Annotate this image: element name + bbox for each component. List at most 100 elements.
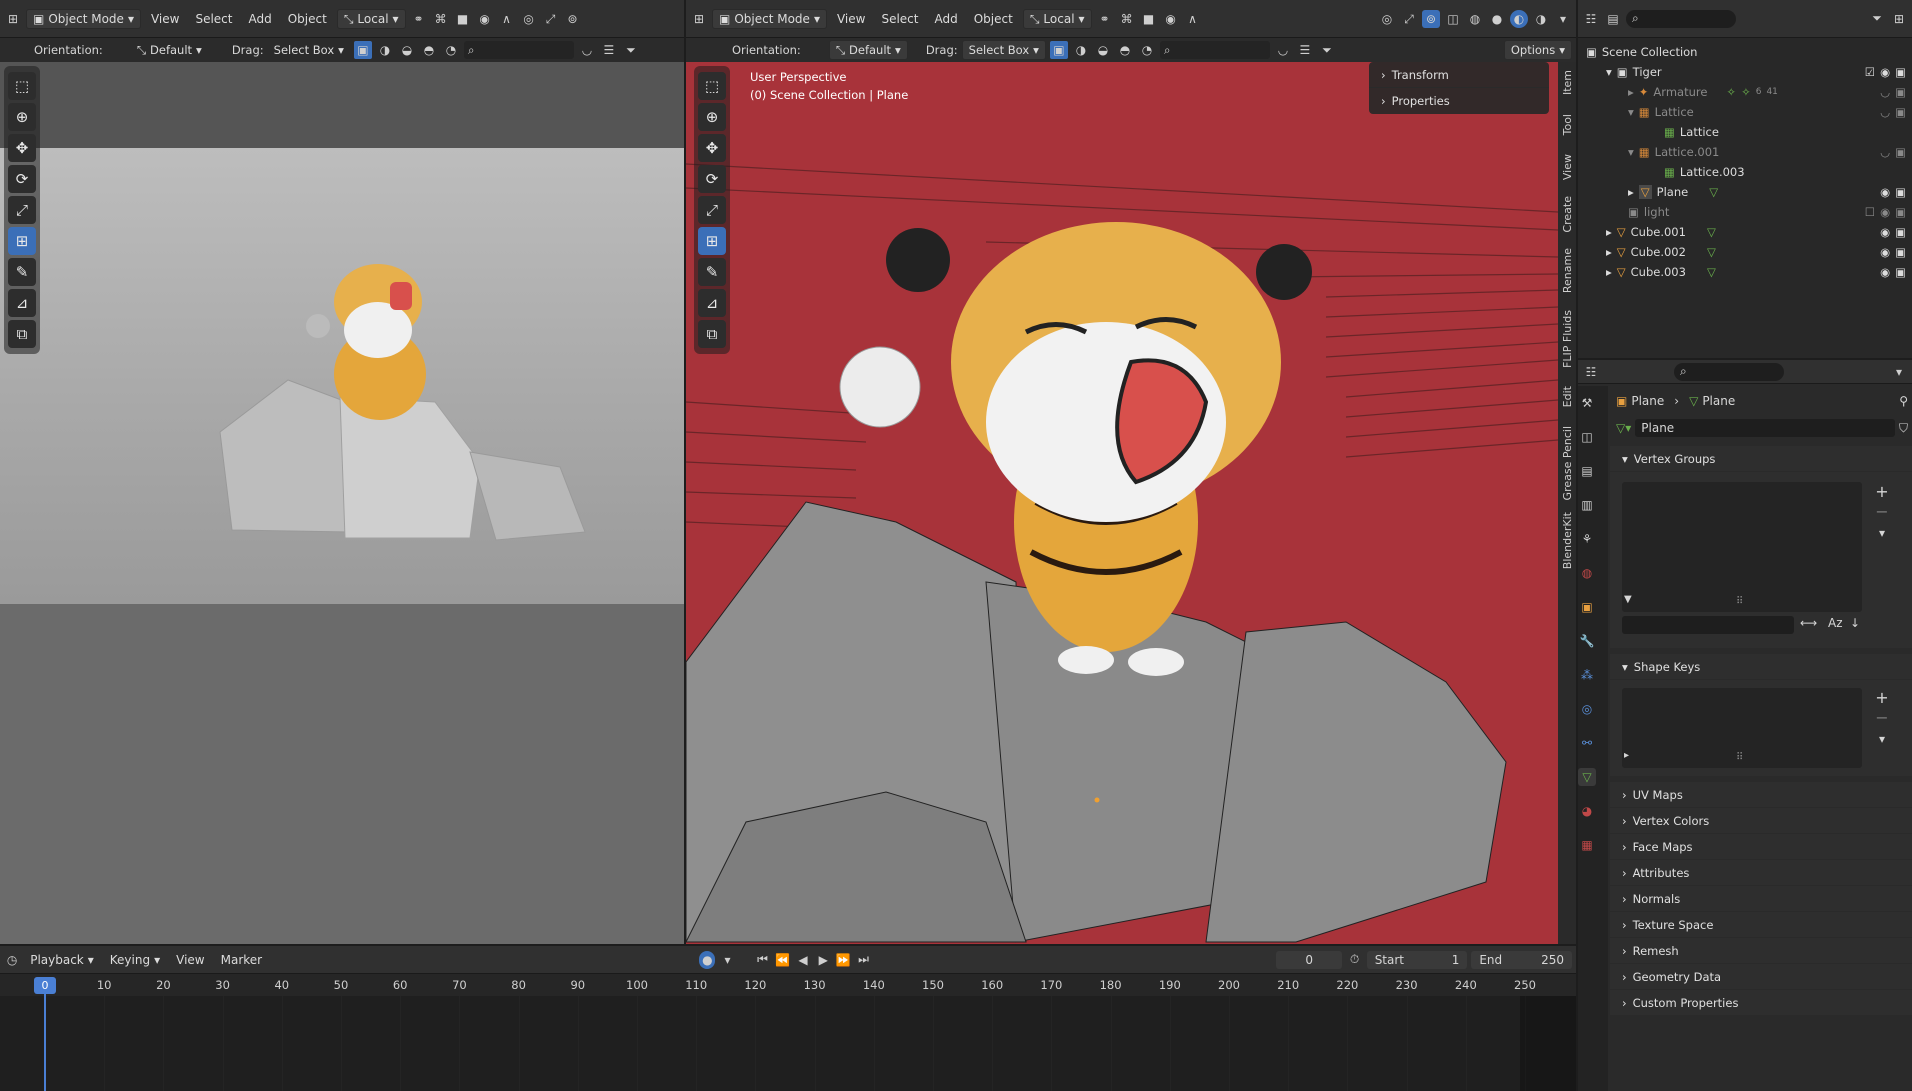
visibility-icon[interactable]: ◎ bbox=[1378, 10, 1396, 28]
new-collection-icon[interactable]: ⊞ bbox=[1890, 10, 1908, 28]
geometry-data-panel[interactable]: › Geometry Data bbox=[1610, 964, 1912, 990]
tab-create[interactable]: Create bbox=[1561, 196, 1574, 233]
jump-end-icon[interactable]: ⏭ bbox=[855, 951, 871, 969]
render-tab-icon[interactable]: ◫ bbox=[1578, 428, 1596, 446]
list-resize-handle[interactable]: ⠿ bbox=[1736, 752, 1743, 763]
eye-icon[interactable]: ◉ bbox=[1880, 265, 1890, 279]
eye-icon[interactable]: ◉ bbox=[1880, 245, 1890, 259]
mode-dropdown[interactable]: ▣ Object Mode ▾ bbox=[26, 9, 141, 29]
custom-properties-panel[interactable]: › Custom Properties bbox=[1610, 990, 1912, 1016]
proportional-edit-icon[interactable]: ◉ bbox=[1162, 10, 1180, 28]
select-mode-new-icon[interactable]: ▣ bbox=[353, 41, 372, 59]
attributes-panel[interactable]: › Attributes bbox=[1610, 860, 1912, 886]
data-tab-icon[interactable]: ▽ bbox=[1578, 768, 1596, 786]
add-cube-icon[interactable]: ⧉ bbox=[8, 320, 36, 348]
outliner-row-lattice-003[interactable]: ▦ Lattice.003 bbox=[1664, 162, 1745, 182]
fake-user-shield-icon[interactable]: ⛉ bbox=[1899, 421, 1908, 436]
gizmo-icon[interactable]: ⤢ bbox=[542, 10, 560, 28]
select-box-icon[interactable]: ⬚ bbox=[698, 72, 726, 100]
uv-maps-panel[interactable]: › UV Maps bbox=[1610, 782, 1912, 808]
view-layer-tab-icon[interactable]: ▥ bbox=[1578, 496, 1596, 514]
outliner-row-tiger[interactable]: ▾ ▣ Tiger ☑ ◉ ▣ bbox=[1606, 62, 1906, 82]
list-filter-icon[interactable]: ▸ bbox=[1624, 750, 1629, 761]
play-reverse-icon[interactable]: ◀ bbox=[795, 951, 811, 969]
tab-rename[interactable]: Rename bbox=[1561, 248, 1574, 293]
sort-reverse-icon[interactable]: ↓ bbox=[1850, 616, 1860, 630]
texture-tab-icon[interactable]: ▦ bbox=[1578, 836, 1596, 854]
vertex-groups-panel[interactable]: ▾ Vertex Groups bbox=[1610, 446, 1912, 472]
vertex-colors-panel[interactable]: › Vertex Colors bbox=[1610, 808, 1912, 834]
move-icon[interactable]: ✥ bbox=[8, 134, 36, 162]
orientation-dropdown[interactable]: ⤡ Default ▾ bbox=[131, 40, 208, 60]
outliner-row-lattice-data[interactable]: ▦ Lattice bbox=[1664, 122, 1719, 142]
stopwatch-icon[interactable]: ⏱ bbox=[1346, 951, 1362, 969]
camera-icon[interactable]: ▣ bbox=[1895, 225, 1906, 239]
link-icon[interactable]: ⚭ bbox=[410, 10, 428, 28]
visibility-icon[interactable]: ◎ bbox=[520, 10, 538, 28]
viewport-search-field[interactable]: ⌕ bbox=[463, 41, 574, 59]
snap-target-icon[interactable]: ■ bbox=[454, 10, 472, 28]
face-maps-panel[interactable]: › Face Maps bbox=[1610, 834, 1912, 860]
physics-tab-icon[interactable]: ◎ bbox=[1578, 700, 1596, 718]
shading-solid-icon[interactable]: ● bbox=[1488, 10, 1506, 28]
eye-icon[interactable]: ◉ bbox=[1880, 185, 1890, 199]
outliner-row-cube-002[interactable]: ▸ ▽ Cube.002 ▽ ◉ ▣ bbox=[1606, 242, 1906, 262]
camera-icon[interactable]: ▣ bbox=[1895, 265, 1906, 279]
object-tab-icon[interactable]: ▣ bbox=[1578, 598, 1596, 616]
mesh-data-icon[interactable]: ▽▾ bbox=[1616, 421, 1631, 435]
proportional-edit-icon[interactable]: ◉ bbox=[476, 10, 494, 28]
pivot-dropdown[interactable]: ⤡ Local ▾ bbox=[1022, 9, 1092, 29]
eye-icon[interactable]: ◉ bbox=[1880, 205, 1890, 219]
menu-view[interactable]: View bbox=[170, 953, 210, 967]
constraints-tab-icon[interactable]: ⚯ bbox=[1578, 734, 1596, 752]
playhead-line[interactable] bbox=[44, 994, 46, 1091]
properties-search[interactable]: ⌕ bbox=[1674, 362, 1784, 381]
minus-icon[interactable]: − bbox=[1872, 708, 1892, 728]
snap-target-icon[interactable]: ■ bbox=[1140, 10, 1158, 28]
menu-add[interactable]: Add bbox=[928, 12, 963, 26]
particles-tab-icon[interactable]: ⁂ bbox=[1578, 666, 1596, 684]
shading-wireframe-icon[interactable]: ◍ bbox=[1466, 10, 1484, 28]
shading-rendered-icon[interactable]: ◑ bbox=[1532, 10, 1550, 28]
sort-icon[interactable]: ☰ bbox=[600, 41, 618, 59]
specials-menu-icon[interactable]: ▾ bbox=[1872, 732, 1892, 752]
shape-keys-panel[interactable]: ▾ Shape Keys bbox=[1610, 654, 1912, 680]
world-tab-icon[interactable]: ◍ bbox=[1578, 564, 1596, 582]
scene-tab-icon[interactable]: ⚘ bbox=[1578, 530, 1596, 548]
modifier-tab-icon[interactable]: 🔧 bbox=[1578, 632, 1596, 650]
measure-icon[interactable]: ⊿ bbox=[698, 289, 726, 317]
display-mode-icon[interactable]: ▤ bbox=[1604, 10, 1622, 28]
falloff-icon[interactable]: ∧ bbox=[1184, 10, 1202, 28]
outliner-search[interactable]: ⌕ bbox=[1626, 9, 1736, 28]
camera-icon[interactable]: ▣ bbox=[1895, 105, 1906, 119]
outliner-row-lattice[interactable]: ▾ ▦ Lattice ◡ ▣ bbox=[1628, 102, 1906, 122]
outliner-row-lattice-001[interactable]: ▾ ▦ Lattice.001 ◡ ▣ bbox=[1628, 142, 1906, 162]
npanel-properties[interactable]: › Properties bbox=[1369, 88, 1549, 114]
menu-object[interactable]: Object bbox=[968, 12, 1019, 26]
options-dropdown[interactable]: Options ▾ bbox=[1503, 40, 1572, 60]
auto-keying-icon[interactable]: ● bbox=[699, 950, 716, 969]
minus-icon[interactable]: − bbox=[1872, 502, 1892, 522]
jump-start-icon[interactable]: ⏮ bbox=[754, 951, 770, 969]
normals-panel[interactable]: › Normals bbox=[1610, 886, 1912, 912]
tab-tool[interactable]: Tool bbox=[1561, 114, 1574, 135]
filter-icon[interactable]: ⏷ bbox=[1318, 41, 1336, 59]
select-mode-subtract-icon[interactable]: ◒ bbox=[1094, 41, 1112, 59]
select-mode-extend-icon[interactable]: ◑ bbox=[1072, 41, 1090, 59]
list-resize-handle[interactable]: ⠿ bbox=[1736, 596, 1743, 607]
left-viewport-canvas[interactable]: ⬚ ⊕ ✥ ⟳ ⤢ ⊞ ✎ ⊿ ⧉ bbox=[0, 62, 684, 944]
npanel-transform[interactable]: › Transform bbox=[1369, 62, 1549, 88]
filter-icon[interactable]: ⏷ bbox=[622, 41, 640, 59]
eye-hidden-icon[interactable]: ◡ bbox=[1880, 145, 1890, 159]
menu-marker[interactable]: Marker bbox=[215, 953, 268, 967]
select-mode-new-icon[interactable]: ▣ bbox=[1049, 41, 1068, 59]
play-icon[interactable]: ▶ bbox=[815, 951, 831, 969]
tab-flip-fluids[interactable]: FLIP Fluids bbox=[1561, 310, 1574, 368]
shading-material-icon[interactable]: ◐ bbox=[1510, 10, 1528, 28]
menu-view[interactable]: View bbox=[831, 12, 871, 26]
cursor-icon[interactable]: ⊕ bbox=[698, 103, 726, 131]
plus-icon[interactable]: + bbox=[1872, 482, 1892, 502]
rotate-icon[interactable]: ⟳ bbox=[8, 165, 36, 193]
current-frame-field[interactable]: 0 bbox=[1275, 950, 1343, 969]
outliner-row-cube-003[interactable]: ▸ ▽ Cube.003 ▽ ◉ ▣ bbox=[1606, 262, 1906, 282]
